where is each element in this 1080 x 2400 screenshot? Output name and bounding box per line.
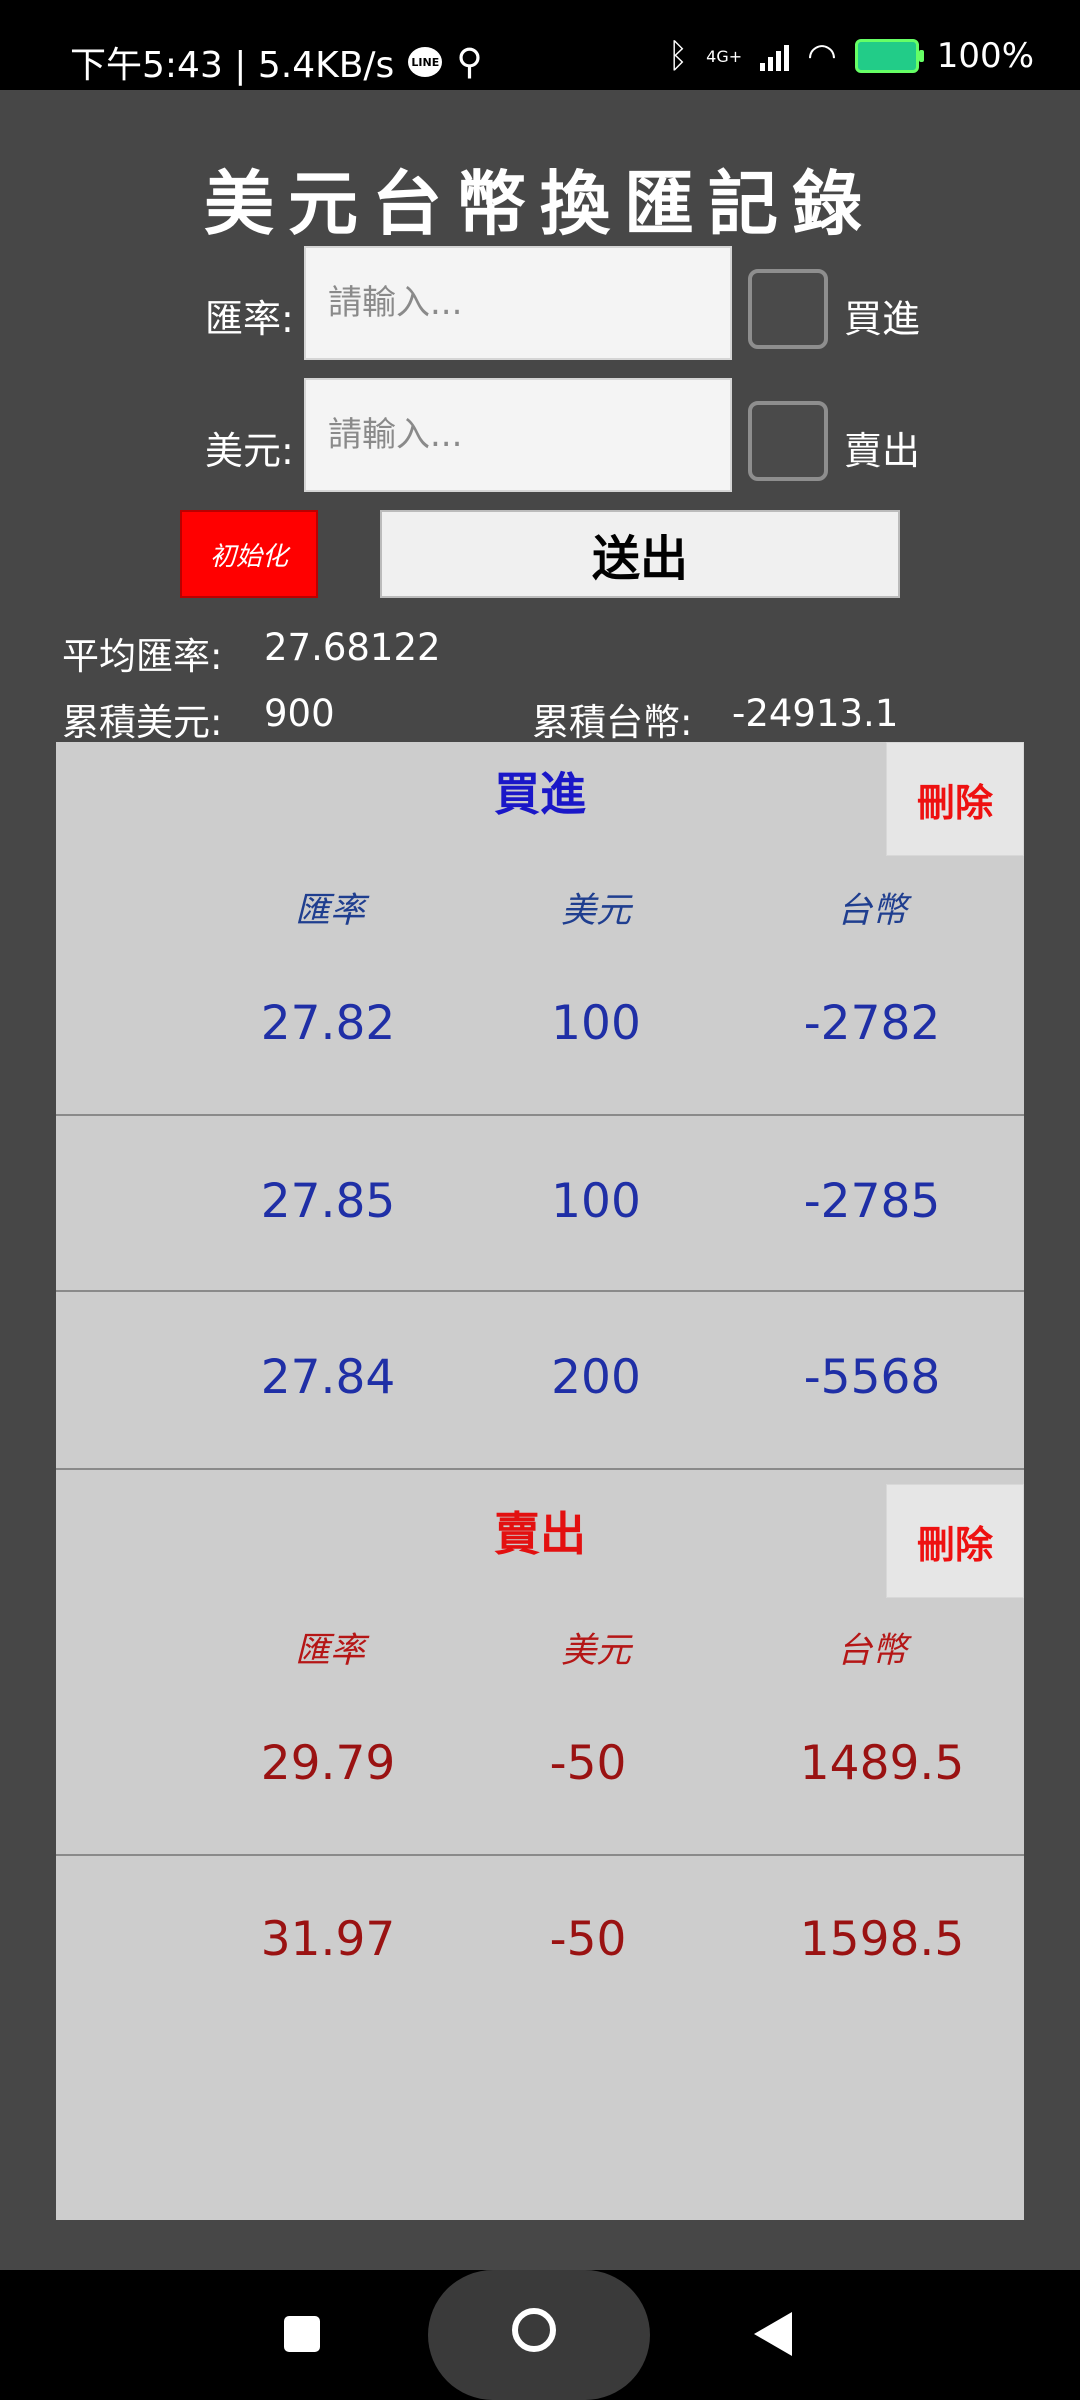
status-left: 下午5:43 | 5.4KB/s LINE ⚲ xyxy=(70,36,483,88)
row-divider xyxy=(56,1854,1024,1856)
row-divider xyxy=(56,1290,1024,1292)
status-bar: 下午5:43 | 5.4KB/s LINE ⚲ ᛒ 4G+ ◠ 100% xyxy=(0,0,1080,90)
buy-rate-cell: 27.85 xyxy=(260,1174,396,1229)
records-panel: 買進 刪除 匯率 美元 台幣 27.82 100 -2782 27.85 100… xyxy=(56,742,1024,2220)
signal-icon xyxy=(760,41,790,71)
sell-checkbox[interactable] xyxy=(748,401,828,481)
sell-usd-cell: -50 xyxy=(549,1736,627,1791)
buy-checkbox-label: 買進 xyxy=(844,297,921,341)
sell-checkbox-label: 賣出 xyxy=(844,429,921,473)
home-circle-icon xyxy=(512,2308,556,2352)
page-title: 美元台幣換匯記錄 xyxy=(204,163,876,245)
battery-icon xyxy=(854,39,924,73)
send-button[interactable]: 送出 xyxy=(380,510,900,598)
buy-header-rate: 匯率 xyxy=(294,891,365,931)
sell-header-rate: 匯率 xyxy=(294,1631,365,1671)
back-triangle-icon[interactable] xyxy=(754,2312,792,2356)
buy-usd-cell: 200 xyxy=(551,1350,641,1405)
sell-twd-cell: 1489.5 xyxy=(799,1736,965,1791)
network-type: 4G+ xyxy=(706,46,743,66)
buy-delete-button[interactable]: 刪除 xyxy=(886,742,1024,856)
init-button[interactable]: 初始化 xyxy=(180,510,318,598)
total-twd-value: -24913.1 xyxy=(732,692,899,735)
sell-section-title: 賣出 xyxy=(494,1507,586,1561)
time-speed: 下午5:43 | 5.4KB/s xyxy=(70,45,395,86)
total-usd-value: 900 xyxy=(264,692,335,735)
usd-input[interactable] xyxy=(304,378,732,492)
avg-rate-label: 平均匯率: xyxy=(62,635,223,678)
total-usd-label: 累積美元: xyxy=(62,701,223,744)
sell-header-usd: 美元 xyxy=(560,1631,631,1671)
section-divider xyxy=(56,1468,1024,1470)
buy-usd-cell: 100 xyxy=(551,1174,641,1229)
rate-input[interactable] xyxy=(304,246,732,360)
buy-checkbox[interactable] xyxy=(748,269,828,349)
sell-delete-button[interactable]: 刪除 xyxy=(886,1484,1024,1598)
usd-label: 美元: xyxy=(205,429,294,473)
sell-rate-cell: 31.97 xyxy=(260,1912,396,1967)
buy-twd-cell: -5568 xyxy=(803,1350,941,1405)
battery-level: 100% xyxy=(936,36,1034,76)
sell-usd-cell: -50 xyxy=(549,1912,627,1967)
bluetooth-icon: ᛒ xyxy=(667,36,689,76)
buy-header-usd: 美元 xyxy=(560,891,631,931)
usb-icon: ⚲ xyxy=(456,41,483,83)
sell-header-twd: 台幣 xyxy=(836,1631,907,1671)
buy-rate-cell: 27.84 xyxy=(260,1350,396,1405)
buy-usd-cell: 100 xyxy=(551,996,641,1051)
avg-rate-value: 27.68122 xyxy=(264,626,441,669)
wifi-icon: ◠ xyxy=(807,36,837,76)
line-app-icon: LINE xyxy=(408,47,443,77)
sell-rate-cell: 29.79 xyxy=(260,1736,396,1791)
total-twd-label: 累積台幣: xyxy=(532,701,693,744)
navigation-bar xyxy=(0,2270,1080,2400)
square-icon[interactable] xyxy=(284,2316,320,2352)
buy-header-twd: 台幣 xyxy=(836,891,907,931)
sell-twd-cell: 1598.5 xyxy=(799,1912,965,1967)
rate-label: 匯率: xyxy=(205,297,294,341)
buy-twd-cell: -2782 xyxy=(803,996,941,1051)
buy-rate-cell: 27.82 xyxy=(260,996,396,1051)
home-button[interactable] xyxy=(428,2270,650,2400)
buy-section-title: 買進 xyxy=(494,767,586,821)
row-divider xyxy=(56,1114,1024,1116)
status-right: ᛒ 4G+ ◠ 100% xyxy=(668,36,1034,76)
buy-twd-cell: -2785 xyxy=(803,1174,941,1229)
